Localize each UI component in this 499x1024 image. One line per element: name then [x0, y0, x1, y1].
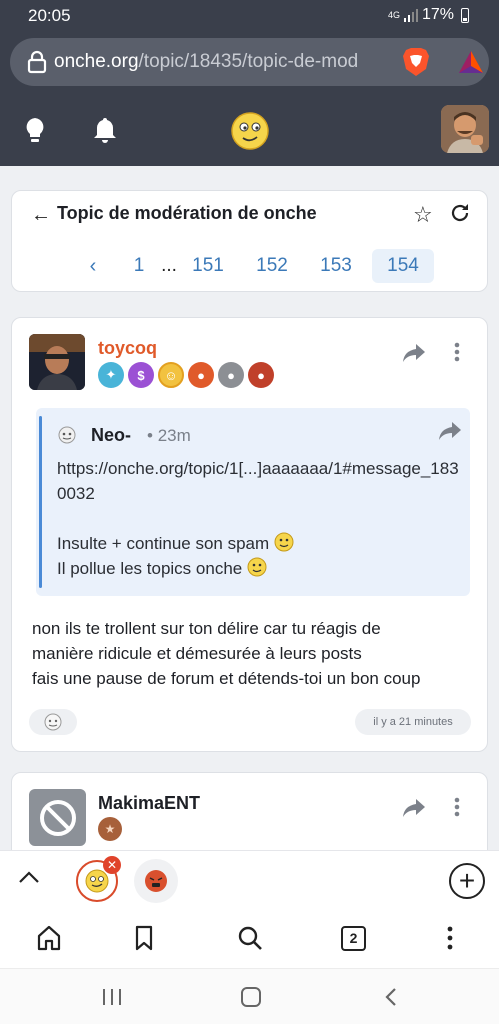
badge-smile[interactable]: ☺ — [158, 362, 184, 388]
badge-star[interactable]: ★ — [98, 817, 122, 841]
post-body: non ils te trollent sur ton délire car t… — [32, 616, 472, 691]
badge-rage[interactable]: ● — [248, 362, 274, 388]
quote-bar — [39, 416, 42, 588]
back-nav-icon[interactable] — [379, 987, 403, 1007]
site-header — [0, 96, 499, 166]
quote-line-2: Il pollue les topics onche — [57, 559, 243, 578]
author-avatar-image — [29, 334, 85, 390]
page-151[interactable]: 151 — [190, 249, 226, 283]
tab-strip: ✕ + — [0, 850, 499, 910]
quote-text: https://onche.org/topic/1[...]aaaaaaa/1#… — [57, 456, 461, 581]
bat-icon[interactable] — [458, 50, 484, 74]
status-bar: 20:05 4G 17% — [0, 0, 499, 32]
badge-face[interactable]: ● — [218, 362, 244, 388]
page-ellipsis: ... — [161, 255, 177, 276]
network-type: 4G — [387, 9, 400, 20]
badge-character[interactable]: ● — [188, 362, 214, 388]
bulb-icon[interactable] — [23, 116, 47, 144]
browser-toolbar: 2 — [0, 910, 499, 968]
recent-apps-icon[interactable] — [100, 987, 124, 1007]
page-content: ← Topic de modération de onche ☆ ‹ 1 ...… — [0, 166, 499, 850]
blocked-avatar[interactable] — [29, 789, 86, 846]
url-text[interactable]: onche.org/topic/18435/topic-de-mod — [54, 51, 390, 73]
home-nav-icon[interactable] — [239, 987, 263, 1007]
quoted-message: Neo- • 23m https://onche.org/topic/1[...… — [36, 408, 470, 596]
home-icon[interactable] — [35, 924, 63, 952]
brave-icon[interactable] — [402, 47, 430, 77]
tabs-count-button[interactable]: 2 — [341, 926, 366, 951]
bookmark-icon[interactable] — [130, 924, 158, 952]
page-first[interactable]: 1 — [129, 249, 149, 283]
pagination: ‹ 1 ... 151 152 153 154 — [12, 249, 489, 283]
onche-tab-icon — [85, 869, 109, 893]
star-icon[interactable]: ☆ — [413, 202, 433, 228]
signal-icon — [403, 9, 418, 22]
smiley-icon — [247, 557, 267, 577]
post-body-line: manière ridicule et démesurée à leurs po… — [32, 644, 362, 663]
topic-title: Topic de modération de onche — [57, 203, 317, 223]
address-bar[interactable]: onche.org/topic/18435/topic-de-mod — [10, 38, 489, 86]
author-badges: ✦ $ ☺ ● ● ● — [98, 362, 274, 388]
bell-icon[interactable] — [92, 116, 118, 144]
onche-logo-icon[interactable] — [231, 112, 269, 150]
topic-header-card: ← Topic de modération de onche ☆ ‹ 1 ...… — [11, 190, 488, 292]
share-icon[interactable] — [402, 798, 426, 818]
quote-share-icon[interactable] — [438, 421, 462, 441]
refresh-icon[interactable] — [449, 202, 471, 224]
page-153[interactable]: 153 — [318, 249, 354, 283]
badge-dollar[interactable]: $ — [128, 362, 154, 388]
menu-icon[interactable] — [436, 924, 464, 952]
battery-percent: 17% — [421, 6, 454, 23]
quote-time: • 23m — [147, 426, 191, 445]
share-icon[interactable] — [402, 343, 426, 363]
status-indicators: 4G 17% — [388, 6, 469, 24]
post-card: toycoq ✦ $ ☺ ● ● ● Neo- • 23m https://on… — [11, 317, 488, 752]
post-body-line: non ils te trollent sur ton délire car t… — [32, 619, 381, 638]
battery-icon — [461, 7, 469, 23]
page-current[interactable]: 154 — [372, 249, 434, 283]
system-nav-bar — [0, 968, 499, 1024]
tab-other[interactable] — [134, 859, 178, 903]
page-prev[interactable]: ‹ — [83, 249, 103, 283]
search-icon[interactable] — [236, 924, 264, 952]
reaction-button[interactable] — [29, 709, 77, 735]
post-author[interactable]: toycoq — [98, 338, 157, 359]
quote-link[interactable]: https://onche.org/topic/1[...]aaaaaaa/1#… — [57, 456, 461, 506]
badge-star[interactable]: ✦ — [98, 362, 124, 388]
lock-icon — [27, 50, 47, 74]
rage-face-icon — [145, 870, 167, 892]
quote-author[interactable]: Neo- — [91, 425, 131, 446]
new-tab-button[interactable]: + — [449, 863, 485, 899]
user-avatar[interactable] — [441, 105, 489, 153]
quote-avatar-icon[interactable] — [58, 426, 76, 444]
post-timestamp[interactable]: il y a 21 minutes — [355, 709, 471, 735]
close-tab-icon[interactable]: ✕ — [103, 856, 121, 874]
reaction-smiley-icon — [44, 713, 62, 731]
blocked-icon — [39, 799, 76, 836]
chevron-up-icon[interactable] — [18, 869, 40, 885]
back-arrow-icon[interactable]: ← — [31, 204, 51, 227]
post-card: MakimaENT ★ — [11, 772, 488, 850]
author-avatar[interactable] — [29, 334, 85, 390]
more-icon[interactable] — [454, 342, 460, 362]
smiley-icon — [274, 532, 294, 552]
status-time: 20:05 — [28, 6, 71, 25]
page-152[interactable]: 152 — [254, 249, 290, 283]
post-body-line: fais une pause de forum et détends-toi u… — [32, 669, 421, 688]
avatar-image — [441, 105, 489, 153]
more-icon[interactable] — [454, 797, 460, 817]
post-author[interactable]: MakimaENT — [98, 793, 200, 814]
quote-line-1: Insulte + continue son spam — [57, 534, 270, 553]
